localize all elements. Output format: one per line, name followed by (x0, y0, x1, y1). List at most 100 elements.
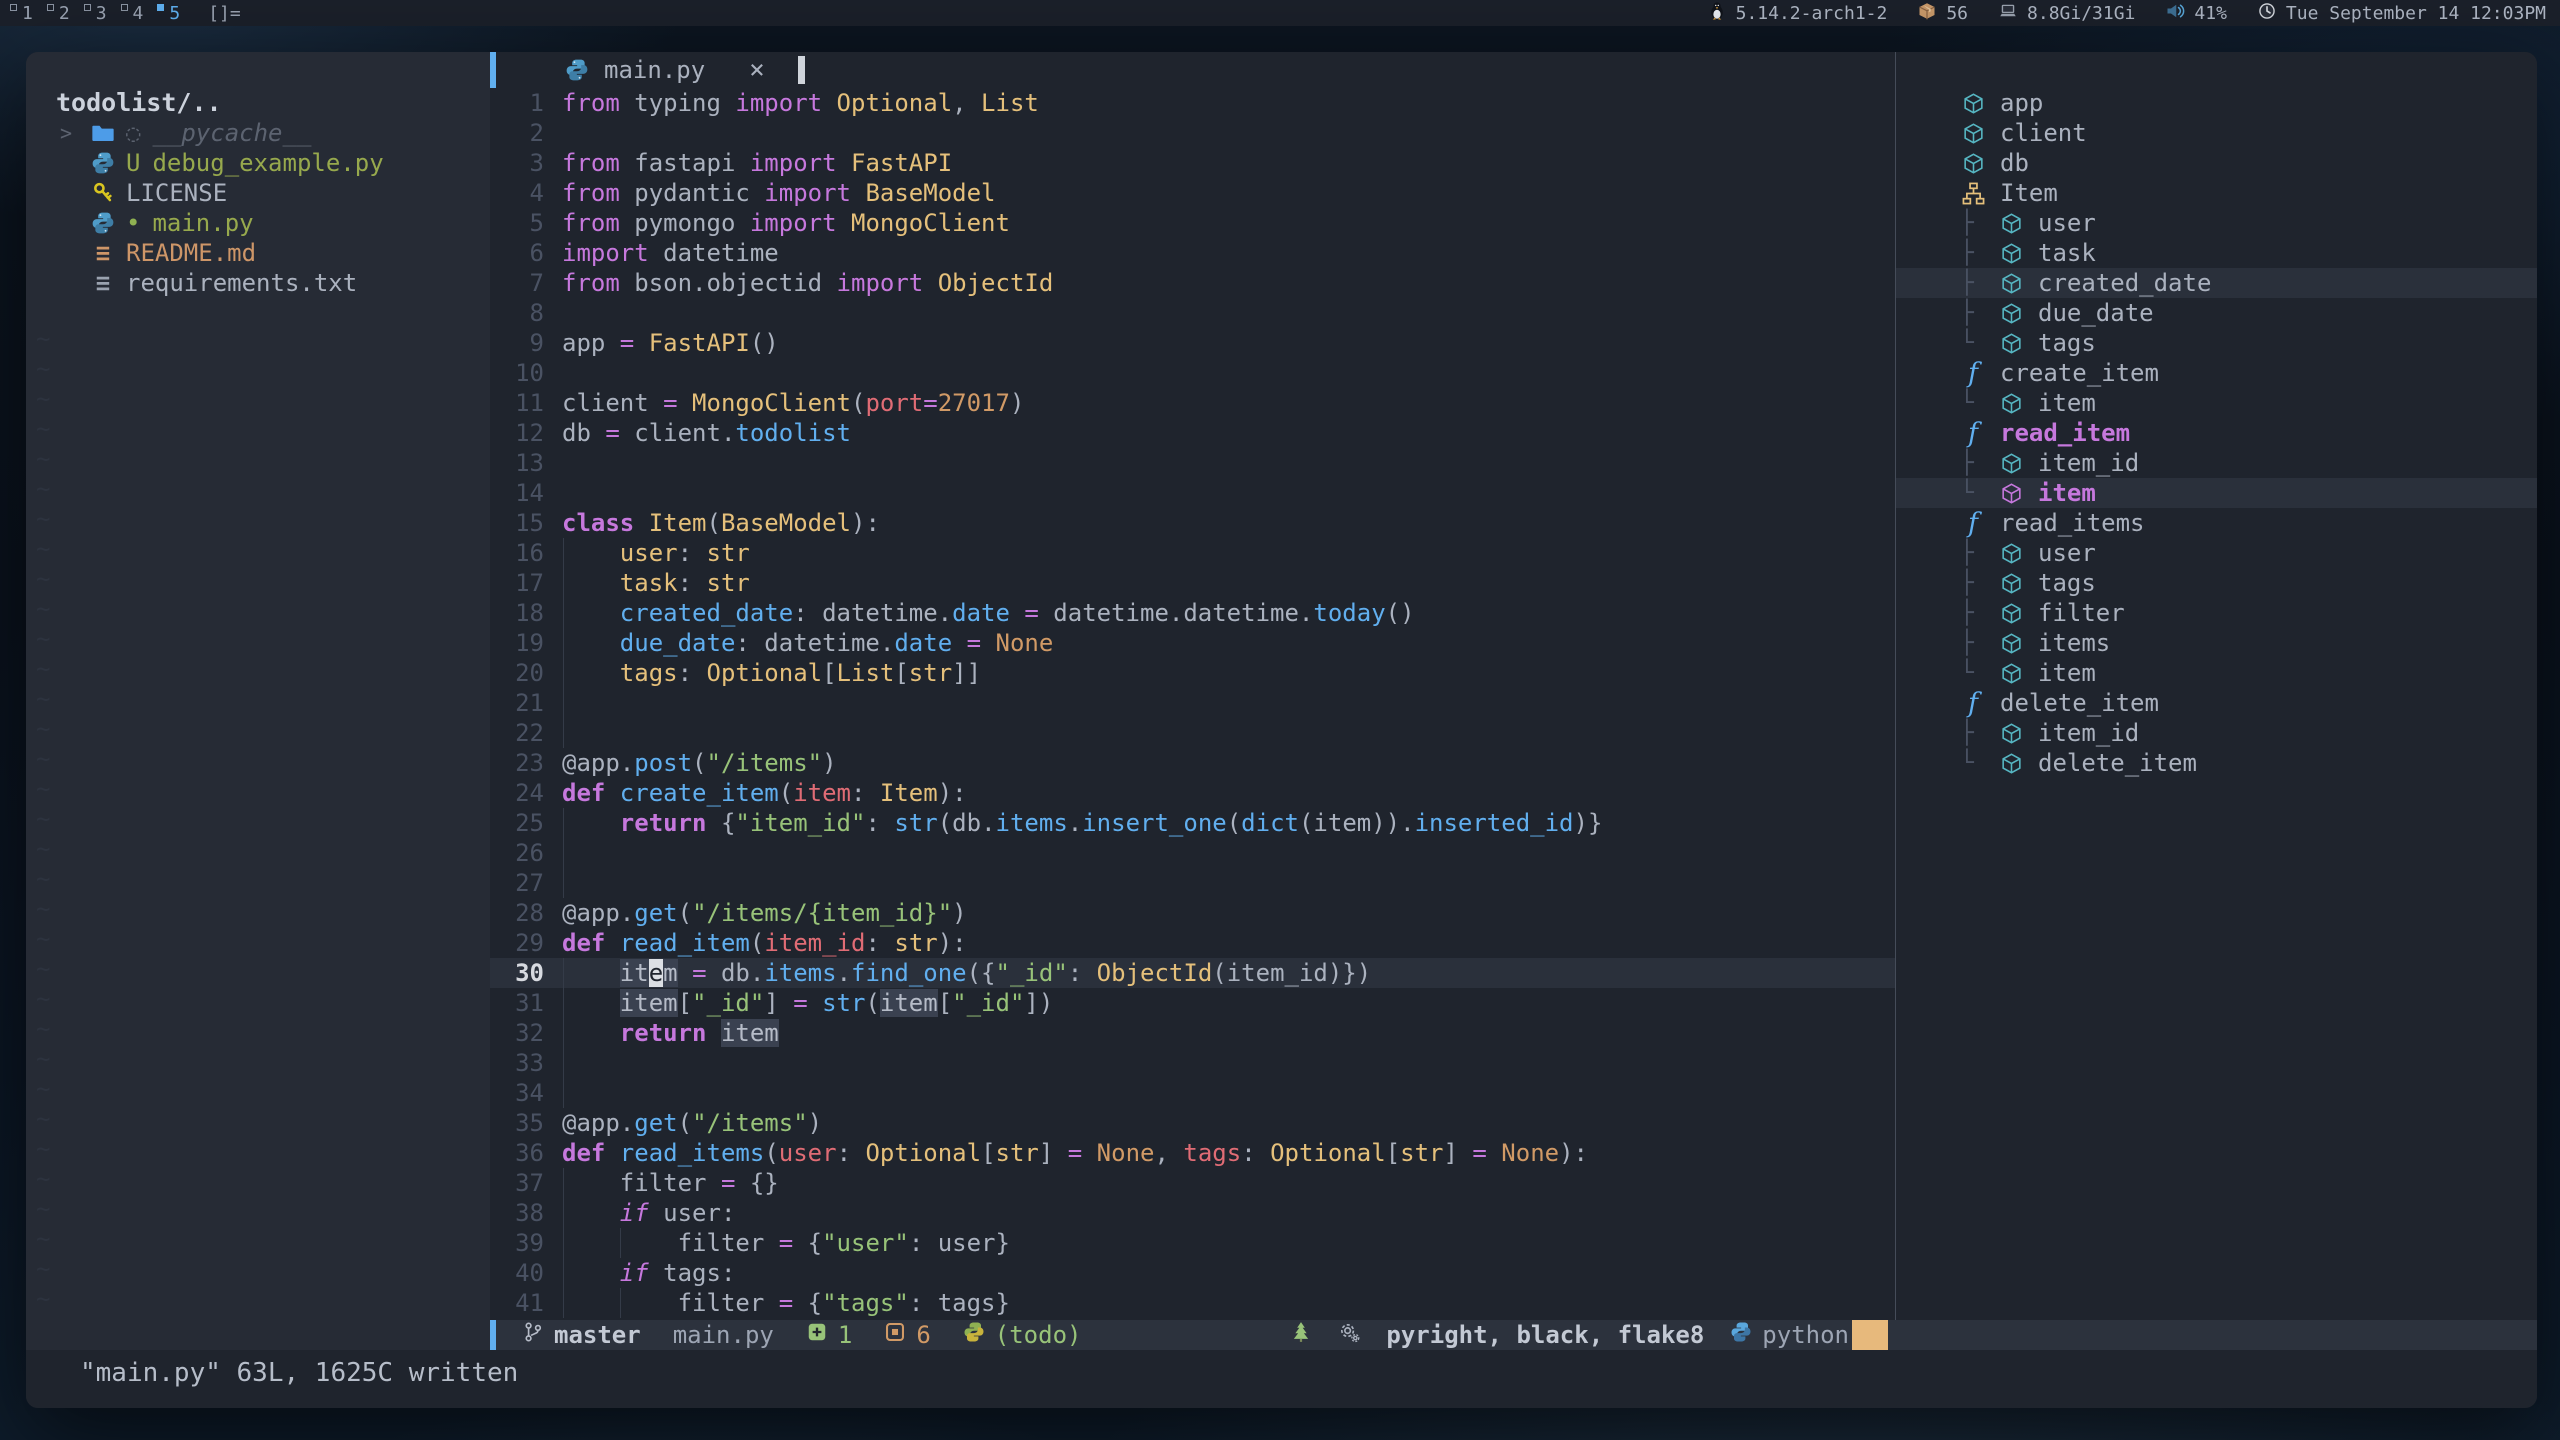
line-number: 22 (490, 718, 562, 748)
symbol-delete_item[interactable]: fdelete_item (1896, 688, 2537, 718)
variable-icon (1998, 660, 2024, 686)
statusline-lsp-servers: pyright, black, flake8 (1386, 1321, 1704, 1349)
statusbar-modules: 5.14.2-arch1-2568.8Gi/31Gi41%Tue Septemb… (1707, 1, 2560, 26)
symbol-read_items[interactable]: fread_items (1896, 508, 2537, 538)
tab-main-py[interactable]: main.py × (496, 55, 765, 85)
file-tree-item-readme-md[interactable]: ≡README.md (26, 238, 490, 268)
folder-icon (90, 120, 116, 146)
diff-add-icon (806, 1321, 828, 1349)
statusline-text: 6 (916, 1321, 930, 1349)
line-number: 18 (490, 598, 562, 628)
code-line: 22 (490, 718, 1895, 748)
symbol-items[interactable]: ├items (1896, 628, 2537, 658)
statusline-text: 1 (838, 1321, 852, 1349)
workspace-4[interactable]: 4 (121, 3, 144, 24)
symbol-app[interactable]: app (1896, 88, 2537, 118)
variable-icon (1960, 150, 1986, 176)
symbol-task[interactable]: ├task (1896, 238, 2537, 268)
file-tree-item-requirements-txt[interactable]: ≡requirements.txt (26, 268, 490, 298)
symbol-Item[interactable]: Item (1896, 178, 2537, 208)
file-explorer[interactable]: todolist/.. >◌__pycache__Udebug_example.… (26, 52, 490, 1320)
empty-buffer-tildes: ~ ~ ~ ~ ~ ~ ~ ~ ~ ~ ~ ~ ~ ~ ~ ~ ~ ~ ~ ~ … (36, 324, 50, 1344)
symbol-db[interactable]: db (1896, 148, 2537, 178)
module-text: 8.8Gi/31Gi (2027, 3, 2135, 24)
line-number: 19 (490, 628, 562, 658)
file-name: __pycache__ (152, 119, 311, 147)
file-tree-item-license[interactable]: LICENSE (26, 178, 490, 208)
statusbar-module: 41% (2165, 1, 2227, 26)
expand-arrow-icon[interactable]: > (60, 121, 90, 145)
symbol-item[interactable]: └item (1896, 388, 2537, 418)
symbol-filter[interactable]: ├filter (1896, 598, 2537, 628)
lsp-gear-icon (1338, 1321, 1360, 1349)
variable-icon (1998, 450, 2024, 476)
python-icon-green (963, 1321, 985, 1349)
symbol-label: created_date (2038, 269, 2211, 297)
code-line: 20 tags: Optional[List[str]] (490, 658, 1895, 688)
line-number: 4 (490, 178, 562, 208)
symbol-due_date[interactable]: ├due_date (1896, 298, 2537, 328)
symbol-label: item (2038, 479, 2096, 507)
symbol-delete_item[interactable]: └delete_item (1896, 748, 2537, 778)
tree-branch-guide: ├ (1960, 720, 1998, 746)
workspace-indicator (47, 4, 54, 11)
tree-branch-guide: ├ (1960, 600, 1998, 626)
tree-branch-guide: └ (1960, 750, 1998, 776)
code-line: 13 (490, 448, 1895, 478)
statusline-text: (todo) (995, 1321, 1082, 1349)
symbol-label: items (2038, 629, 2110, 657)
symbol-read_item[interactable]: fread_item (1896, 418, 2537, 448)
file-name: requirements.txt (126, 269, 357, 297)
code-line: 34 (490, 1078, 1895, 1108)
code-line: 1from typing import Optional, List (490, 88, 1895, 118)
line-number: 26 (490, 838, 562, 868)
statusline-filetype: python (1730, 1321, 1849, 1349)
statusline-text: main.py (673, 1321, 774, 1349)
code-line: 10 (490, 358, 1895, 388)
workspace-3[interactable]: 3 (84, 3, 107, 24)
line-number: 12 (490, 418, 562, 448)
line-number: 17 (490, 568, 562, 598)
file-tree-item-debug-example-py[interactable]: Udebug_example.py (26, 148, 490, 178)
symbol-tags[interactable]: └tags (1896, 328, 2537, 358)
line-number: 21 (490, 688, 562, 718)
symbol-item[interactable]: └item (1896, 478, 2537, 508)
symbol-label: item_id (2038, 719, 2139, 747)
tree-branch-guide: └ (1960, 660, 1998, 686)
indent-guide (563, 1288, 564, 1318)
close-icon[interactable]: × (749, 55, 765, 85)
symbol-created_date[interactable]: ├created_date (1896, 268, 2537, 298)
symbol-client[interactable]: client (1896, 118, 2537, 148)
tree-branch-guide: ├ (1960, 540, 1998, 566)
file-tree-root: todolist/.. (26, 88, 490, 118)
workspace-indicator (84, 4, 91, 11)
file-tree-item-main-py[interactable]: •main.py (26, 208, 490, 238)
symbol-create_item[interactable]: fcreate_item (1896, 358, 2537, 388)
text-cursor: e (649, 959, 663, 987)
symbol-tags[interactable]: ├tags (1896, 568, 2537, 598)
workspace-2[interactable]: 2 (47, 3, 70, 24)
tree-branch-guide: ├ (1960, 570, 1998, 596)
code-line: 37 filter = {} (490, 1168, 1895, 1198)
line-number: 25 (490, 808, 562, 838)
statusline-virtualenv: (todo) (963, 1321, 1082, 1349)
symbol-item_id[interactable]: ├item_id (1896, 448, 2537, 478)
symbol-item[interactable]: └item (1896, 658, 2537, 688)
code-area[interactable]: 1from typing import Optional, List23from… (490, 88, 1895, 1320)
file-tree-item--pycache-[interactable]: >◌__pycache__ (26, 118, 490, 148)
file-name: LICENSE (126, 179, 227, 207)
line-number: 38 (490, 1198, 562, 1228)
indent-guide (563, 1078, 564, 1108)
symbol-item_id[interactable]: ├ item_id (1896, 718, 2537, 748)
symbols-outline-panel[interactable]: appclientdbItem├user├task├created_date├d… (1895, 52, 2537, 1320)
symbol-user[interactable]: ├user (1896, 538, 2537, 568)
code-line: 11client = MongoClient(port=27017) (490, 388, 1895, 418)
indent-guide (563, 628, 564, 658)
clock-icon (2257, 1, 2277, 26)
workspace-5[interactable]: 5 (157, 3, 180, 24)
symbol-user[interactable]: ├user (1896, 208, 2537, 238)
file-name: README.md (126, 239, 256, 267)
workspace-1[interactable]: 1 (10, 3, 33, 24)
code-line: 15class Item(BaseModel): (490, 508, 1895, 538)
statusbar-module: 8.8Gi/31Gi (1998, 1, 2135, 26)
